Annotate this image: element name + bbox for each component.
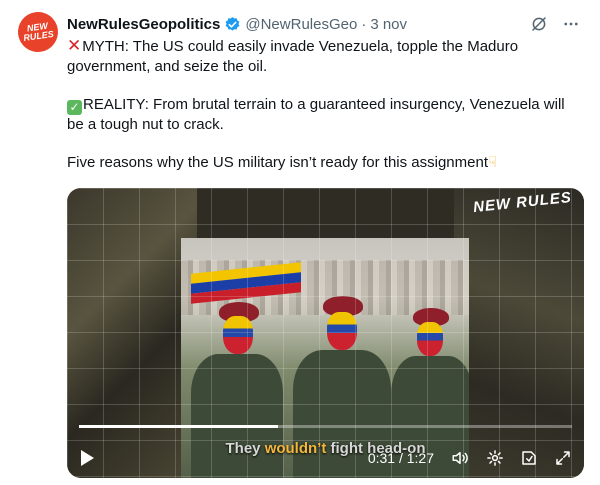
captions-icon[interactable] <box>520 449 538 467</box>
more-icon[interactable] <box>562 15 580 33</box>
myth-text: MYTH: The US could easily invade Venezue… <box>67 38 519 75</box>
video-controls: 0:31 / 1:27 <box>79 448 572 468</box>
reasons-text: Five reasons why the US military isn’t r… <box>67 154 488 171</box>
video-progress-bar[interactable] <box>79 425 572 428</box>
meta-separator: · <box>361 15 367 33</box>
cross-mark-icon: ✕ <box>67 36 82 55</box>
verified-badge-icon <box>224 16 241 33</box>
tweet-text: ✕MYTH: The US could easily invade Venezu… <box>67 36 582 173</box>
avatar-logo-text: NEW RULES <box>22 20 55 44</box>
reality-line: ✓ REALITY: From brutal terrain to a guara… <box>67 95 582 135</box>
author-handle[interactable]: @NewRulesGeo <box>245 16 357 33</box>
play-icon[interactable] <box>79 449 95 467</box>
author-name[interactable]: NewRulesGeopolitics <box>67 16 220 33</box>
avatar[interactable]: NEW RULES <box>15 9 61 55</box>
reality-text: REALITY: From brutal terrain to a guaran… <box>67 96 565 133</box>
check-mark-icon: ✓ <box>67 100 82 115</box>
video-progress-fill <box>79 425 279 428</box>
pointing-down-icon: ☟ <box>488 154 498 171</box>
tweet-header: NewRulesGeopolitics @NewRulesGeo · 3 nov <box>67 13 580 35</box>
video-grid-overlay <box>67 188 584 478</box>
myth-line: ✕MYTH: The US could easily invade Venezu… <box>67 36 582 77</box>
video-player[interactable]: NEW RULES They wouldn’t fight head-on 0:… <box>67 188 584 478</box>
settings-gear-icon[interactable] <box>486 449 504 467</box>
reasons-line: Five reasons why the US military isn’t r… <box>67 153 582 173</box>
volume-icon[interactable] <box>450 449 470 467</box>
video-time: 0:31 / 1:27 <box>367 450 434 466</box>
fullscreen-icon[interactable] <box>554 449 572 467</box>
grok-icon[interactable] <box>530 15 548 33</box>
tweet-date[interactable]: 3 nov <box>370 16 407 33</box>
